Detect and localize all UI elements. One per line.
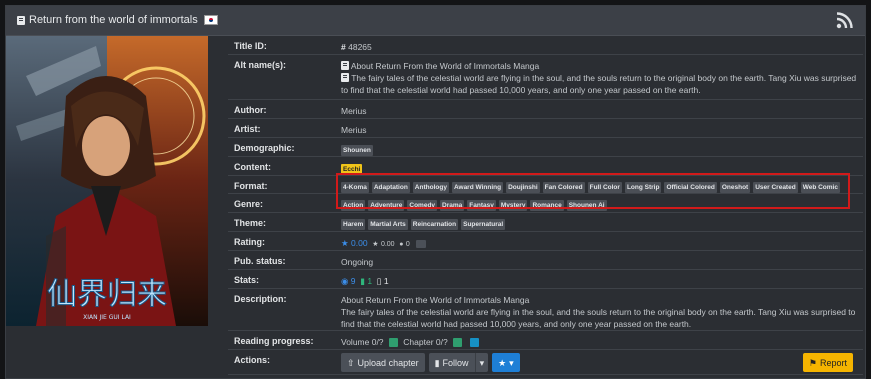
row-actions: Actions: ⇧ Upload chapter ▮ Follow ▾ ★ ▾ ⚑ Repo… <box>228 350 863 375</box>
pub-status-label: Pub. status: <box>234 256 286 266</box>
description-label: Description: <box>234 294 287 304</box>
stats-label: Stats: <box>234 275 260 285</box>
theme-tag[interactable]: Supernatural <box>461 219 506 230</box>
book-icon <box>341 73 349 82</box>
author-label: Author: <box>234 105 267 115</box>
title-id-label: Title ID: <box>234 41 267 51</box>
title-id-value: 48265 <box>348 42 372 52</box>
views-count: 9 <box>350 276 356 286</box>
comments-count: 1 <box>383 276 389 286</box>
tag-shounen[interactable]: Shounen <box>341 145 373 156</box>
theme-tag[interactable]: Harem <box>341 219 366 230</box>
rating-users: 0 <box>405 241 410 248</box>
row-theme: Theme: Harem Martial Arts Reincarnation Sup… <box>228 213 863 232</box>
description-line: The fairy tales of the celestial world a… <box>341 307 856 329</box>
eye-icon: ◉ <box>341 276 349 286</box>
upload-icon: ⇧ <box>347 357 355 368</box>
follows-count: 1 <box>367 276 373 286</box>
cover-title-art: 仙界归来 <box>47 277 167 312</box>
follow-dropdown-button[interactable]: ▾ <box>474 353 489 372</box>
row-rating: Rating: ★ 0.00 ★ 0.00 ● 0 <box>228 232 863 251</box>
hashtag-icon: # <box>341 42 346 52</box>
row-description: Description: About Return From the World… <box>228 289 863 331</box>
report-button[interactable]: ⚑ Report <box>802 353 853 372</box>
mean-rating: 0.00 <box>380 241 395 248</box>
author-link[interactable]: Merius <box>341 106 367 116</box>
row-stats: Stats: ◉ 9 ▮ 1 ▯ 1 <box>228 270 863 289</box>
star-rating-button[interactable]: ★ ▾ <box>492 353 520 372</box>
star-icon: ★ <box>372 241 379 248</box>
upload-chapter-button[interactable]: ⇧ Upload chapter <box>341 353 425 372</box>
row-author: Author: Merius <box>228 100 863 119</box>
cover-subtitle-art: XIAN JIE GUI LAI <box>83 314 131 321</box>
row-title-id: Title ID: # 48265 <box>228 36 863 55</box>
volume-edit-icon[interactable] <box>388 338 398 348</box>
caret-down-icon: ▾ <box>479 357 485 368</box>
reading-progress-label: Reading progress: <box>234 336 314 346</box>
bookmark-icon: ▮ <box>360 276 365 286</box>
chapter-edit-icon[interactable] <box>453 338 463 348</box>
manga-title-text: Return from the world of immortals <box>29 14 198 26</box>
rating-label: Rating: <box>234 237 265 247</box>
manga-title: Return from the world of immortals <box>17 14 218 26</box>
chart-icon[interactable] <box>416 239 427 248</box>
flag-icon: ⚑ <box>808 357 817 368</box>
row-pub-status: Pub. status: Ongoing <box>228 251 863 270</box>
user-icon: ● <box>399 241 404 248</box>
theme-tag[interactable]: Reincarnation <box>410 219 459 230</box>
row-demographic: Demographic: Shounen <box>228 138 863 157</box>
row-artist: Artist: Merius <box>228 119 863 138</box>
alt-name-item: The fairy tales of the celestial world a… <box>341 73 857 95</box>
bayesian-rating: 0.00 <box>351 238 368 248</box>
demographic-label: Demographic: <box>234 143 295 153</box>
alt-names-label: Alt name(s): <box>234 60 287 70</box>
description-line: About Return From the World of Immortals… <box>341 295 530 305</box>
genre-label: Genre: <box>234 199 264 209</box>
volume-progress: Volume 0/? <box>341 337 384 347</box>
format-label: Format: <box>234 181 268 191</box>
book-icon <box>17 15 25 25</box>
chapter-progress: Chapter 0/? <box>403 337 448 347</box>
theme-label: Theme: <box>234 218 267 228</box>
pub-status-value: Ongoing <box>341 257 374 267</box>
actions-label: Actions: <box>234 355 270 365</box>
highlight-box <box>336 173 850 209</box>
korean-flag-icon <box>203 15 218 25</box>
content-label: Content: <box>234 162 271 172</box>
file-icon: ▯ <box>376 276 382 286</box>
bookmark-icon: ▮ <box>434 357 440 368</box>
artist-label: Artist: <box>234 124 261 134</box>
artist-link[interactable]: Merius <box>341 125 367 135</box>
pencil-icon[interactable] <box>470 338 480 348</box>
star-icon: ★ <box>341 238 349 248</box>
star-icon: ★ <box>498 357 507 368</box>
row-alt-names: Alt name(s): About Return From the World… <box>228 55 863 100</box>
alt-name-item: About Return From the World of Immortals… <box>341 60 863 72</box>
book-icon <box>341 61 349 70</box>
caret-down-icon: ▾ <box>509 357 514 368</box>
panel-header: Return from the world of immortals <box>6 6 865 36</box>
rss-icon[interactable] <box>836 12 853 29</box>
follow-button[interactable]: ▮ Follow <box>428 353 475 372</box>
row-reading-progress: Reading progress: Volume 0/? Chapter 0/? <box>228 331 863 350</box>
theme-tag[interactable]: Martial Arts <box>368 219 408 230</box>
cover-image[interactable]: 仙界归来 XIAN JIE GUI LAI <box>6 36 208 326</box>
